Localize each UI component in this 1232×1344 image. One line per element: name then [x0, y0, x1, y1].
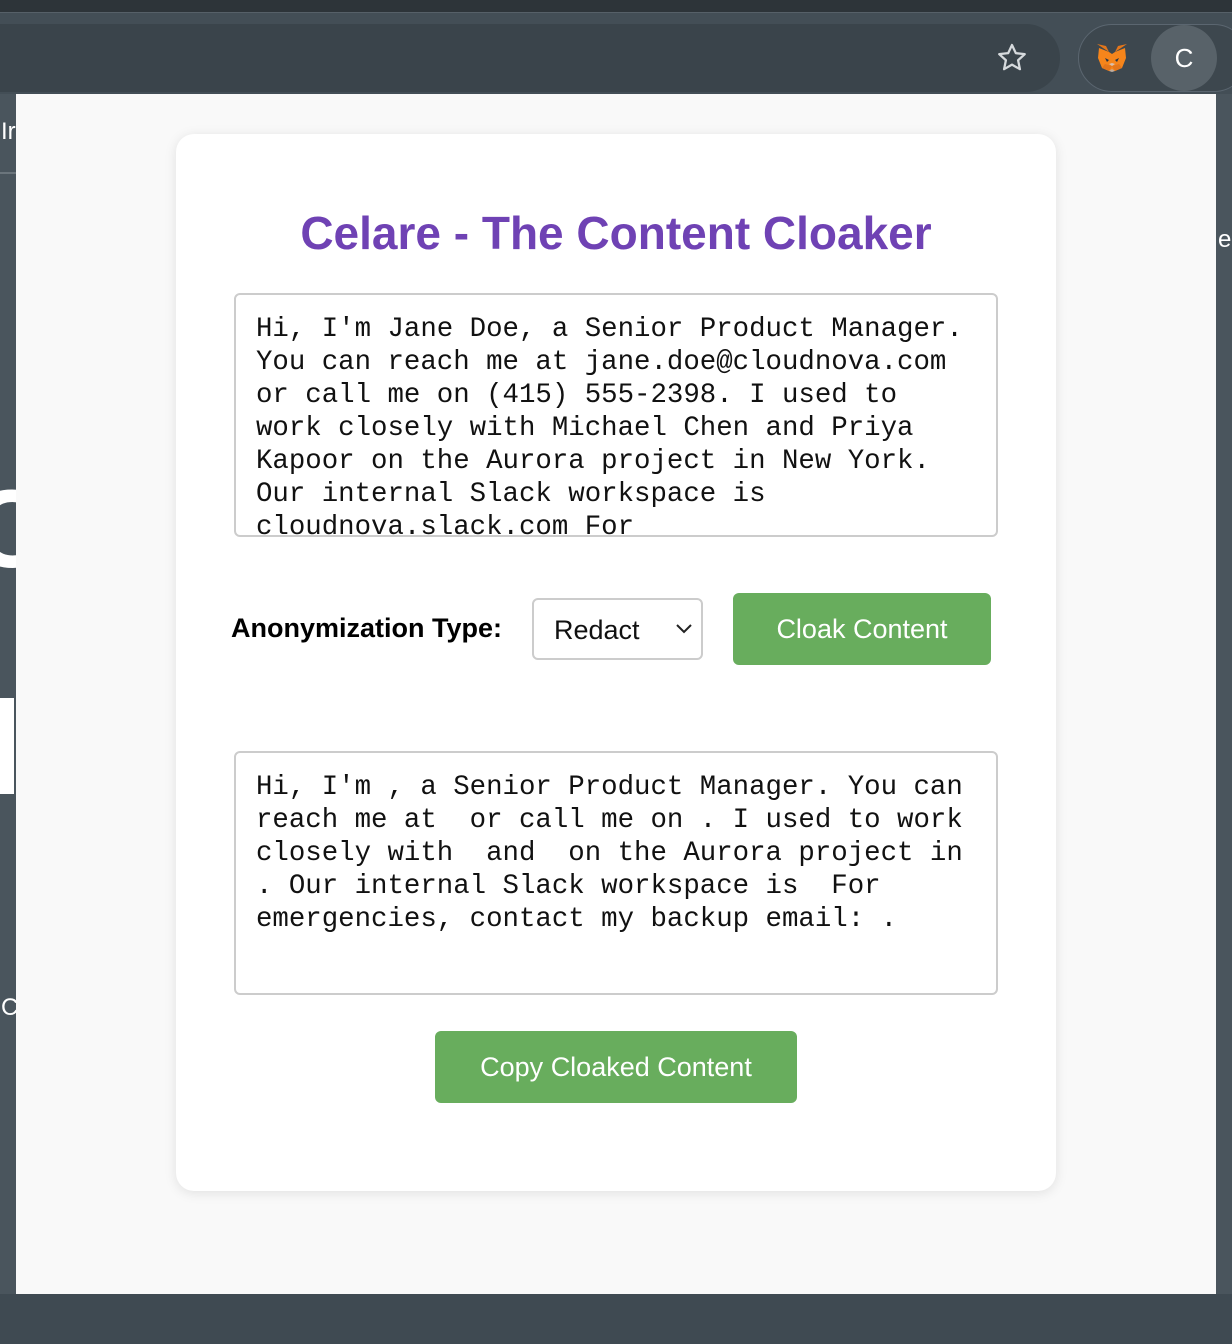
cloak-content-button[interactable]: Cloak Content	[733, 593, 991, 665]
output-text-area[interactable]: Hi, I'm , a Senior Product Manager. You …	[234, 751, 998, 995]
profile-avatar[interactable]: C	[1151, 25, 1217, 91]
metamask-extension-button[interactable]	[1092, 38, 1132, 78]
background-page-left	[0, 94, 16, 1294]
fox-icon	[1097, 44, 1127, 72]
anonymization-type-label: Anonymization Type:	[231, 613, 503, 643]
star-icon	[998, 43, 1026, 71]
background-fragment-right: e	[1218, 226, 1232, 253]
bookmark-button[interactable]	[986, 32, 1038, 84]
anonymization-type-value: Redact	[554, 615, 640, 645]
background-page-right	[1216, 94, 1232, 1294]
chevron-down-icon	[676, 624, 692, 634]
input-text-area[interactable]: Hi, I'm Jane Doe, a Senior Product Manag…	[234, 293, 998, 537]
background-fragment-left-top: Ir	[1, 118, 16, 145]
extension-popup: Celare - The Content Cloaker Hi, I'm Jan…	[16, 94, 1216, 1294]
background-divider	[0, 172, 16, 174]
address-bar[interactable]	[0, 24, 1060, 92]
background-white-block	[0, 698, 14, 794]
app-title: Celare - The Content Cloaker	[300, 207, 932, 259]
anonymization-type-select[interactable]: Redact	[532, 598, 703, 660]
window-top-strip	[0, 0, 1232, 12]
copy-cloaked-content-button[interactable]: Copy Cloaked Content	[435, 1031, 797, 1103]
cloaker-card: Celare - The Content Cloaker Hi, I'm Jan…	[176, 134, 1056, 1191]
window-bottom-strip	[0, 1294, 1232, 1344]
